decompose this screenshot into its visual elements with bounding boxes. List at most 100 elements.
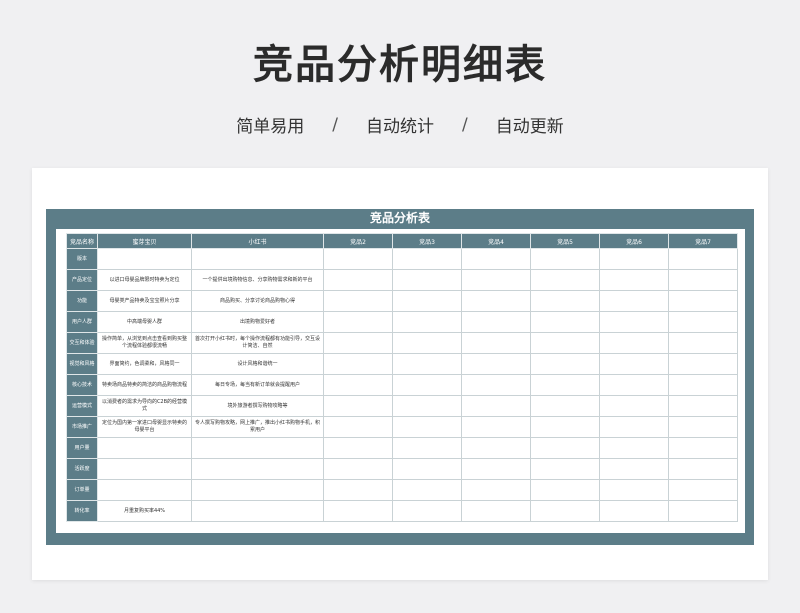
- table-cell[interactable]: [323, 416, 393, 438]
- table-cell[interactable]: [461, 500, 531, 522]
- table-cell[interactable]: [461, 269, 531, 291]
- table-cell[interactable]: [461, 479, 531, 501]
- table-cell[interactable]: [461, 416, 531, 438]
- table-cell[interactable]: [668, 437, 738, 459]
- table-cell[interactable]: [191, 458, 324, 480]
- table-cell[interactable]: [599, 416, 669, 438]
- table-cell[interactable]: [323, 248, 393, 270]
- table-cell[interactable]: [668, 479, 738, 501]
- table-cell[interactable]: [668, 395, 738, 417]
- table-cell[interactable]: [97, 248, 192, 270]
- table-cell[interactable]: [599, 458, 669, 480]
- table-cell[interactable]: [323, 311, 393, 333]
- table-cell[interactable]: 一个提供出境购物信息、分享购物需求和新的平台: [191, 269, 324, 291]
- table-cell[interactable]: [668, 500, 738, 522]
- table-cell[interactable]: [392, 416, 462, 438]
- table-cell[interactable]: [599, 374, 669, 396]
- table-cell[interactable]: [392, 500, 462, 522]
- table-cell[interactable]: [323, 332, 393, 354]
- table-cell[interactable]: [530, 395, 600, 417]
- table-cell[interactable]: [392, 332, 462, 354]
- table-cell[interactable]: [392, 248, 462, 270]
- table-cell[interactable]: 定位为国内第一家进口母婴显示特卖的母婴平台: [97, 416, 192, 438]
- table-cell[interactable]: [530, 353, 600, 375]
- table-cell[interactable]: [323, 500, 393, 522]
- table-cell[interactable]: [461, 290, 531, 312]
- table-cell[interactable]: [323, 290, 393, 312]
- table-cell[interactable]: [530, 248, 600, 270]
- table-cell[interactable]: [392, 269, 462, 291]
- table-cell[interactable]: [392, 353, 462, 375]
- table-cell[interactable]: [599, 500, 669, 522]
- table-cell[interactable]: 母婴类产品特卖及宝宝照片分享: [97, 290, 192, 312]
- table-cell[interactable]: [323, 479, 393, 501]
- table-cell[interactable]: [668, 269, 738, 291]
- table-cell[interactable]: 操作简单，从浏览到点击查看到购买整个流程体验都很流畅: [97, 332, 192, 354]
- table-cell[interactable]: [191, 479, 324, 501]
- table-cell[interactable]: [530, 332, 600, 354]
- table-cell[interactable]: 设计风格和谐统一: [191, 353, 324, 375]
- table-cell[interactable]: [392, 395, 462, 417]
- table-cell[interactable]: [599, 479, 669, 501]
- table-cell[interactable]: 出境购物爱好者: [191, 311, 324, 333]
- table-cell[interactable]: 境外旅游者撰写购物攻略等: [191, 395, 324, 417]
- table-cell[interactable]: [191, 437, 324, 459]
- table-cell[interactable]: [599, 248, 669, 270]
- table-cell[interactable]: [392, 290, 462, 312]
- table-cell[interactable]: [599, 395, 669, 417]
- table-cell[interactable]: 首次打开小红书时，每个操作流程都有功能引导，交互设计简洁、自然: [191, 332, 324, 354]
- table-cell[interactable]: [97, 458, 192, 480]
- table-cell[interactable]: [392, 374, 462, 396]
- table-cell[interactable]: 中高端母婴人群: [97, 311, 192, 333]
- table-cell[interactable]: [599, 290, 669, 312]
- table-cell[interactable]: [530, 416, 600, 438]
- table-cell[interactable]: [461, 374, 531, 396]
- table-cell[interactable]: [323, 458, 393, 480]
- table-cell[interactable]: [668, 353, 738, 375]
- table-cell[interactable]: [191, 248, 324, 270]
- table-cell[interactable]: [668, 311, 738, 333]
- table-cell[interactable]: [530, 374, 600, 396]
- table-cell[interactable]: [599, 437, 669, 459]
- table-cell[interactable]: [461, 311, 531, 333]
- table-cell[interactable]: [530, 479, 600, 501]
- table-cell[interactable]: [323, 269, 393, 291]
- table-cell[interactable]: [668, 416, 738, 438]
- table-cell[interactable]: [530, 311, 600, 333]
- table-cell[interactable]: [323, 374, 393, 396]
- table-cell[interactable]: 特卖场商品特卖的简洁的商品购物流程: [97, 374, 192, 396]
- table-cell[interactable]: 每日专场，每当有新订单就会提醒用户: [191, 374, 324, 396]
- table-cell[interactable]: [530, 437, 600, 459]
- table-cell[interactable]: 商品购买、分享讨论商品购物心得: [191, 290, 324, 312]
- table-cell[interactable]: [530, 269, 600, 291]
- table-cell[interactable]: [392, 458, 462, 480]
- table-cell[interactable]: [461, 332, 531, 354]
- table-cell[interactable]: [392, 311, 462, 333]
- table-cell[interactable]: 以消费者的需求为导向的C2B的经营模式: [97, 395, 192, 417]
- table-cell[interactable]: [530, 290, 600, 312]
- table-cell[interactable]: [668, 332, 738, 354]
- table-cell[interactable]: 以进口母婴品牌限时特卖为定位: [97, 269, 192, 291]
- table-cell[interactable]: [97, 437, 192, 459]
- table-cell[interactable]: [97, 479, 192, 501]
- table-cell[interactable]: [461, 437, 531, 459]
- table-cell[interactable]: [668, 248, 738, 270]
- table-cell[interactable]: [599, 353, 669, 375]
- table-cell[interactable]: 月重复购买率44%: [97, 500, 192, 522]
- table-cell[interactable]: [392, 479, 462, 501]
- table-cell[interactable]: [323, 395, 393, 417]
- table-cell[interactable]: [461, 248, 531, 270]
- table-cell[interactable]: [599, 332, 669, 354]
- table-cell[interactable]: [323, 353, 393, 375]
- table-cell[interactable]: [392, 437, 462, 459]
- table-cell[interactable]: [668, 374, 738, 396]
- table-cell[interactable]: [461, 395, 531, 417]
- table-cell[interactable]: [530, 500, 600, 522]
- table-cell[interactable]: [668, 290, 738, 312]
- table-cell[interactable]: [599, 311, 669, 333]
- table-cell[interactable]: [191, 500, 324, 522]
- table-cell[interactable]: 界面简约，色调柔和，风格同一: [97, 353, 192, 375]
- table-cell[interactable]: [323, 437, 393, 459]
- table-cell[interactable]: [530, 458, 600, 480]
- table-cell[interactable]: [599, 269, 669, 291]
